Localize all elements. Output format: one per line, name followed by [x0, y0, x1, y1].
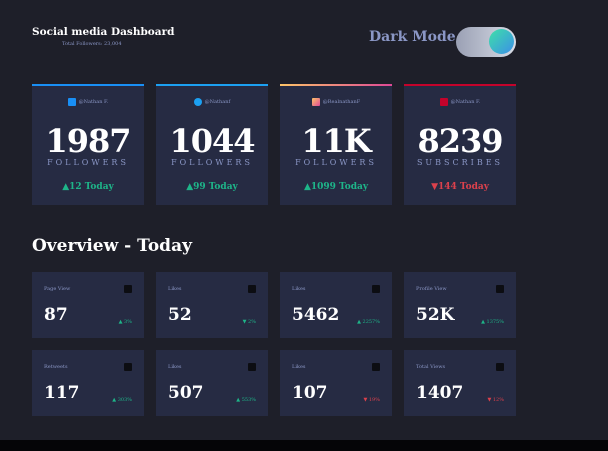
- overview-card-youtube-likes[interactable]: Likes 107 ▼ 19%: [280, 350, 392, 416]
- overview-value: 52K: [416, 305, 455, 325]
- card-topline: [32, 84, 144, 86]
- followers-card-facebook[interactable]: @Nathan F. 1987 FOLLOWERS ▲12 Today: [32, 84, 144, 205]
- overview-value: 52: [168, 305, 192, 325]
- card-handle: @Nathan F.: [32, 98, 144, 106]
- card-topline: [156, 84, 268, 86]
- youtube-icon: [496, 363, 504, 371]
- subscriber-count: 8239: [417, 122, 503, 160]
- overview-label: Likes: [168, 286, 182, 292]
- toggle-knob[interactable]: [489, 29, 514, 54]
- instagram-icon: [372, 285, 380, 293]
- overview-label: Likes: [292, 364, 306, 370]
- overview-value: 87: [44, 305, 68, 325]
- overview-label: Page View: [44, 286, 71, 292]
- today-change: ▲99 Today: [186, 182, 238, 192]
- subscriber-label: SUBSCRIBES: [416, 158, 504, 167]
- overview-label: Likes: [168, 364, 182, 370]
- handle-text: @Nathanf: [204, 99, 231, 105]
- overview-percent: ▼ 12%: [487, 397, 504, 403]
- overview-percent: ▼ 19%: [363, 397, 380, 403]
- dark-mode-toggle[interactable]: [456, 27, 516, 57]
- follower-label: FOLLOWERS: [171, 158, 253, 167]
- followers-card-twitter[interactable]: @Nathanf 1044 FOLLOWERS ▲99 Today: [156, 84, 268, 205]
- bottom-bar: [0, 440, 608, 451]
- overview-percent: ▲ 1375%: [481, 319, 504, 325]
- overview-percent: ▲ 3%: [118, 319, 132, 325]
- today-change: ▲1099 Today: [303, 182, 369, 192]
- twitter-icon: [248, 363, 256, 371]
- overview-label: Profile View: [416, 286, 447, 292]
- overview-label: Retweets: [44, 364, 68, 370]
- follower-count: 11K: [301, 122, 371, 160]
- facebook-icon: [248, 285, 256, 293]
- twitter-icon: [193, 98, 202, 106]
- youtube-icon: [439, 98, 448, 106]
- followers-card-instagram[interactable]: @RealnathanF 11K FOLLOWERS ▲1099 Today: [280, 84, 392, 205]
- follower-label: FOLLOWERS: [47, 158, 129, 167]
- follower-label: FOLLOWERS: [295, 158, 377, 167]
- card-handle: @Nathanf: [156, 98, 268, 106]
- overview-value: 107: [292, 383, 328, 403]
- overview-card-twitter-likes[interactable]: Likes 507 ▲ 553%: [156, 350, 268, 416]
- follower-count: 1044: [169, 122, 255, 160]
- overview-percent: ▲ 303%: [112, 397, 132, 403]
- today-change: ▼144 Today: [431, 182, 489, 192]
- total-followers: Total Followers: 23,004: [62, 41, 122, 47]
- overview-label: Likes: [292, 286, 306, 292]
- overview-value: 507: [168, 383, 204, 403]
- card-topline: [404, 84, 516, 86]
- overview-card-retweets[interactable]: Retweets 117 ▲ 303%: [32, 350, 144, 416]
- overview-card-instagram-likes[interactable]: Likes 5462 ▲ 2257%: [280, 272, 392, 338]
- overview-label: Total Views: [416, 364, 446, 370]
- overview-card-page-views[interactable]: Page View 87 ▲ 3%: [32, 272, 144, 338]
- handle-text: @Nathan F.: [450, 99, 481, 105]
- overview-card-profile-views[interactable]: Profile View 52K ▲ 1375%: [404, 272, 516, 338]
- today-change: ▲12 Today: [62, 182, 114, 192]
- twitter-icon: [124, 363, 132, 371]
- overview-card-facebook-likes[interactable]: Likes 52 ▼ 2%: [156, 272, 268, 338]
- card-topline: [280, 84, 392, 86]
- handle-text: @Nathan F.: [78, 99, 109, 105]
- overview-title: Overview - Today: [32, 236, 192, 256]
- card-handle: @RealnathanF: [280, 98, 392, 106]
- overview-value: 117: [44, 383, 80, 403]
- facebook-icon: [67, 98, 76, 106]
- dark-mode-label: Dark Mode: [369, 29, 456, 45]
- youtube-icon: [372, 363, 380, 371]
- overview-card-total-views[interactable]: Total Views 1407 ▼ 12%: [404, 350, 516, 416]
- card-handle: @Nathan F.: [404, 98, 516, 106]
- overview-percent: ▼ 2%: [242, 319, 256, 325]
- instagram-icon: [311, 98, 320, 106]
- overview-percent: ▲ 2257%: [357, 319, 380, 325]
- facebook-icon: [124, 285, 132, 293]
- followers-card-youtube[interactable]: @Nathan F. 8239 SUBSCRIBES ▼144 Today: [404, 84, 516, 205]
- handle-text: @RealnathanF: [322, 99, 361, 105]
- overview-percent: ▲ 553%: [236, 397, 256, 403]
- instagram-icon: [496, 285, 504, 293]
- page-title: Social media Dashboard: [32, 26, 175, 38]
- overview-value: 1407: [416, 383, 464, 403]
- follower-count: 1987: [45, 122, 131, 160]
- overview-value: 5462: [292, 305, 340, 325]
